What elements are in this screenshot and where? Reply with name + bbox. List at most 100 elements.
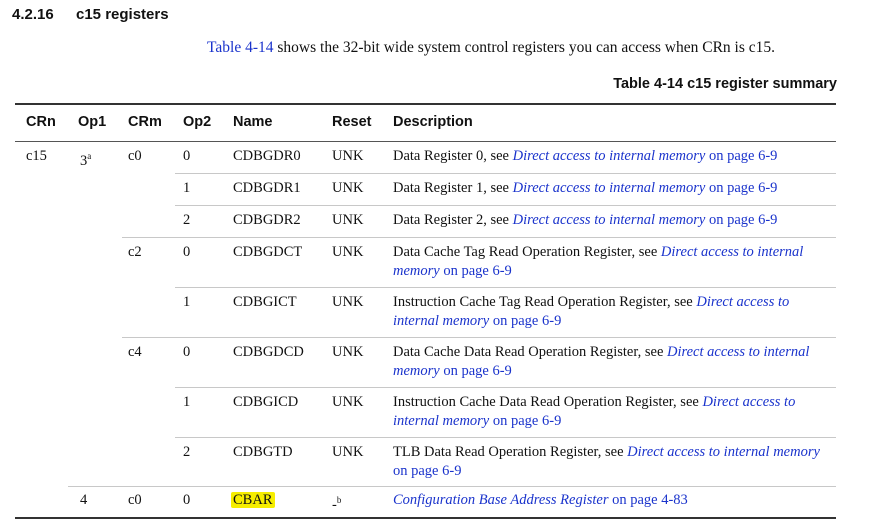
cell-op1: 4 — [80, 492, 88, 508]
page-reference-link[interactable]: on page 6-9 — [440, 363, 511, 379]
col-header-op1: Op1 — [78, 114, 107, 130]
cell-reset: UNK — [332, 244, 364, 260]
section-number: 4.2.16 — [12, 6, 54, 23]
page-reference-link[interactable]: on page 6-9 — [705, 180, 777, 196]
register-name: CDBGDR1 — [233, 180, 301, 196]
table-bottom-rule — [15, 517, 836, 519]
col-header-crn: CRn — [26, 114, 56, 130]
cell-op2: 0 — [183, 492, 191, 508]
col-header-crm: CRm — [128, 114, 162, 130]
cell-description: Instruction Cache Tag Read Operation Reg… — [393, 293, 833, 331]
row-divider — [175, 173, 836, 174]
cell-crm: c0 — [128, 492, 142, 508]
cell-reset: UNK — [332, 394, 364, 410]
cell-reset: UNK — [332, 444, 364, 460]
row-divider — [122, 337, 836, 338]
register-name: CBAR — [231, 492, 275, 508]
row-divider — [175, 205, 836, 206]
cell-reset: UNK — [332, 148, 364, 164]
cell-crm: c2 — [128, 244, 142, 260]
register-name: CDBGDCT — [233, 244, 303, 260]
cell-description: Instruction Cache Data Read Operation Re… — [393, 393, 833, 431]
description-text: Instruction Cache Tag Read Operation Reg… — [393, 294, 697, 310]
cell-name: CDBGDR2 — [233, 211, 301, 230]
cell-op2: 2 — [183, 212, 191, 228]
cell-description: Configuration Base Address Register on p… — [393, 491, 833, 510]
page-reference-link[interactable]: on page 4-83 — [608, 492, 688, 508]
cell-crm: c4 — [128, 344, 142, 360]
cell-name: CDBGDR0 — [233, 147, 301, 166]
cell-op1: 3a — [80, 151, 92, 169]
description-text: Instruction Cache Data Read Operation Re… — [393, 394, 703, 410]
cell-name: CDBGDCT — [233, 243, 302, 262]
page-reference-link[interactable]: on page 6-9 — [489, 313, 561, 329]
cell-op2: 2 — [183, 444, 191, 460]
cell-crn: c15 — [26, 148, 47, 164]
register-name: CDBGDR0 — [233, 148, 301, 164]
cell-reset: UNK — [332, 294, 364, 310]
cell-reset: UNK — [332, 212, 364, 228]
footnote-marker[interactable]: a — [87, 151, 91, 161]
page-reference-link[interactable]: on page 6-9 — [705, 148, 777, 164]
page-reference-link[interactable]: on page 6-9 — [489, 413, 561, 429]
section-title: c15 registers — [76, 6, 169, 23]
cell-name: CDBGDCD — [233, 343, 304, 362]
col-header-reset: Reset — [332, 114, 372, 130]
description-text: Data Register 2, see — [393, 212, 513, 228]
cross-reference-link[interactable]: Direct access to internal memory — [513, 148, 706, 164]
header-bottom-rule — [15, 141, 836, 142]
cross-reference-link[interactable]: Direct access to internal memory — [513, 180, 706, 196]
cell-name: CDBGICT — [233, 293, 297, 312]
row-divider — [175, 437, 836, 438]
intro-text: shows the 32-bit wide system control reg… — [273, 39, 776, 56]
cell-op2: 1 — [183, 180, 191, 196]
footnote-marker[interactable]: b — [337, 495, 342, 505]
cell-description: Data Cache Data Read Operation Register,… — [393, 343, 833, 381]
cell-description: TLB Data Read Operation Register, see Di… — [393, 443, 833, 481]
cell-reset: UNK — [332, 344, 364, 360]
cell-description: Data Register 0, see Direct access to in… — [393, 147, 833, 166]
row-divider — [68, 486, 836, 487]
register-name: CDBGTD — [233, 444, 293, 460]
cell-reset: -b — [332, 495, 342, 513]
page-reference-link[interactable]: on page 6-9 — [705, 212, 777, 228]
row-divider — [175, 387, 836, 388]
cell-reset: UNK — [332, 180, 364, 196]
cell-description: Data Cache Tag Read Operation Register, … — [393, 243, 833, 281]
table-top-rule — [15, 103, 836, 105]
cell-name: CDBGTD — [233, 443, 293, 462]
cross-reference-link[interactable]: Direct access to internal memory — [513, 212, 706, 228]
intro-paragraph: Table 4-14 shows the 32-bit wide system … — [207, 39, 775, 57]
row-divider — [175, 287, 836, 288]
description-text: TLB Data Read Operation Register, see — [393, 444, 628, 460]
cell-op2: 1 — [183, 394, 191, 410]
cross-reference-link[interactable]: Direct access to internal memory — [627, 444, 820, 460]
page-reference-link[interactable]: on page 6-9 — [393, 463, 461, 479]
table-reference-link[interactable]: Table 4-14 — [207, 39, 274, 56]
cell-name: CDBGDR1 — [233, 179, 301, 198]
col-header-description: Description — [393, 114, 473, 130]
cell-description: Data Register 1, see Direct access to in… — [393, 179, 833, 198]
cell-name: CBAR — [231, 491, 275, 510]
cell-description: Data Register 2, see Direct access to in… — [393, 211, 833, 230]
register-name: CDBGDCD — [233, 344, 304, 360]
cell-op2: 1 — [183, 294, 191, 310]
description-text: Data Register 0, see — [393, 148, 513, 164]
page-reference-link[interactable]: on page 6-9 — [440, 263, 511, 279]
description-text: Data Cache Data Read Operation Register,… — [393, 344, 667, 360]
cell-name: CDBGICD — [233, 393, 298, 412]
register-name: CDBGICD — [233, 394, 299, 410]
description-text: Data Cache Tag Read Operation Register, … — [393, 244, 661, 260]
cell-op2: 0 — [183, 148, 191, 164]
cell-op2: 0 — [183, 244, 191, 260]
col-header-op2: Op2 — [183, 114, 212, 130]
register-name: CDBGICT — [233, 294, 297, 310]
row-divider — [122, 237, 836, 238]
register-name: CDBGDR2 — [233, 212, 301, 228]
description-text: Data Register 1, see — [393, 180, 513, 196]
col-header-name: Name — [233, 114, 273, 130]
cell-op2: 0 — [183, 344, 191, 360]
cell-crm: c0 — [128, 148, 142, 164]
cross-reference-link[interactable]: Configuration Base Address Register — [393, 492, 608, 508]
section-heading: 4.2.16 c15 registers — [12, 6, 169, 23]
